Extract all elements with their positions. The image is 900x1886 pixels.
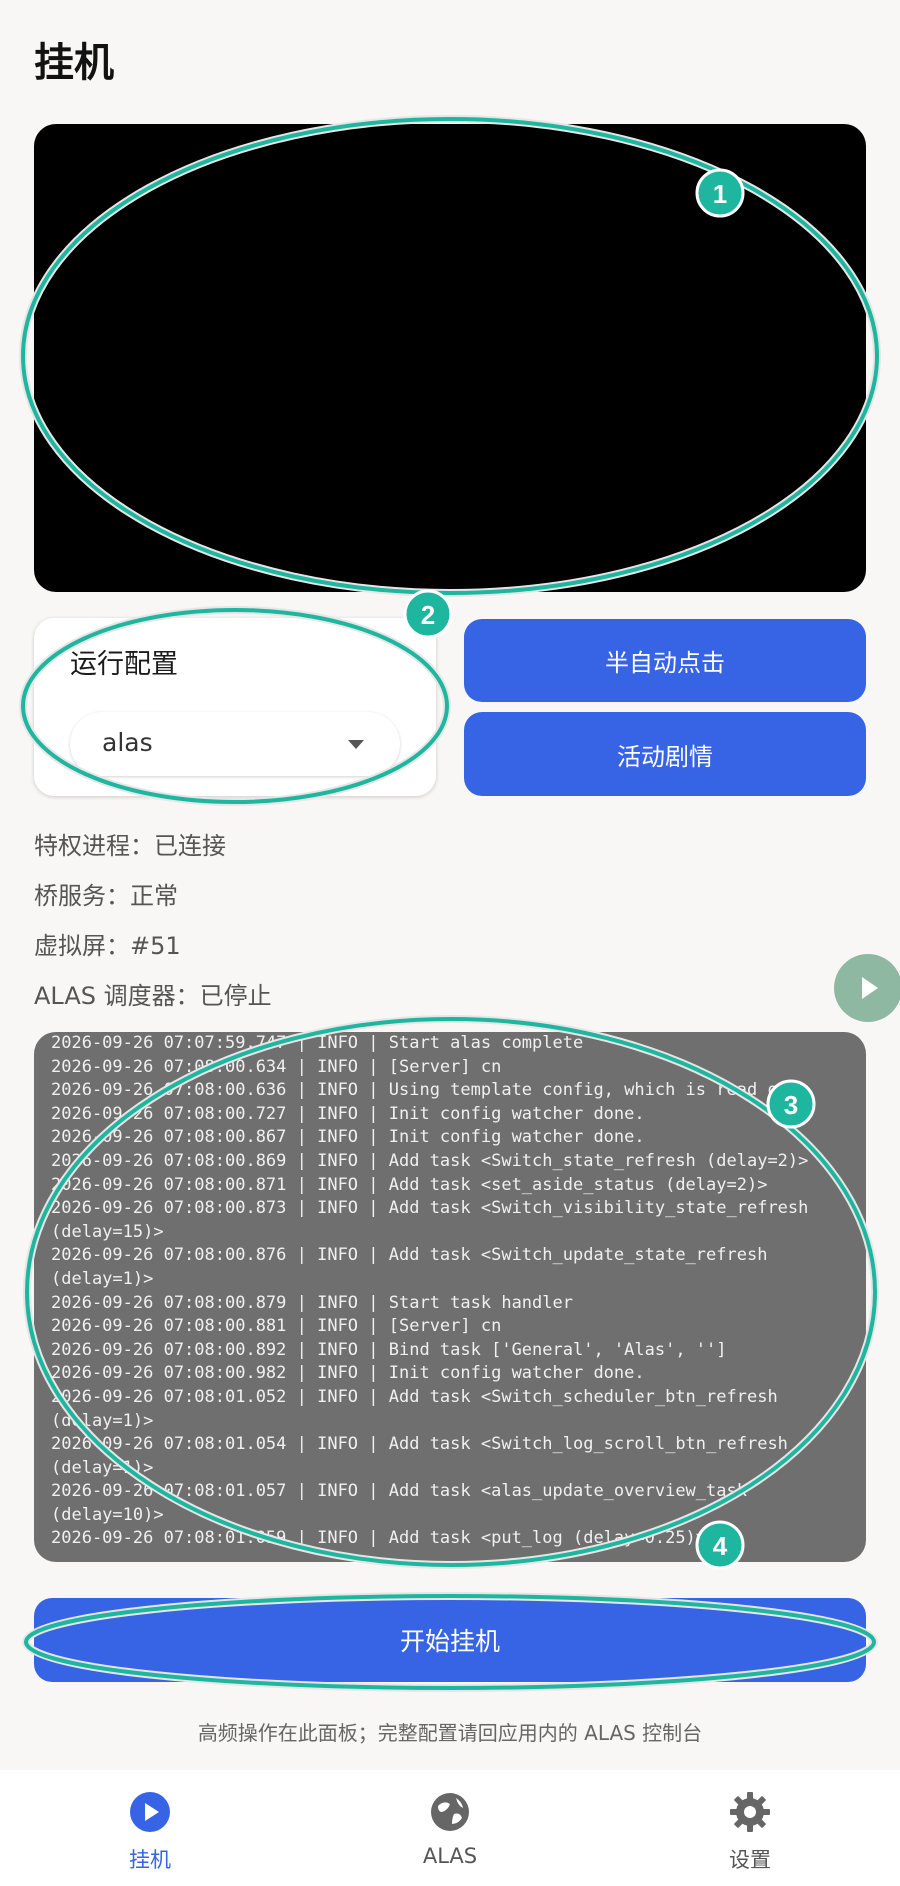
- privileged-process-status: 特权进程：已连接: [34, 832, 226, 860]
- log-line: 2026-09-26 07:08:00.869 | INFO | Add tas…: [51, 1150, 809, 1171]
- virtual-display-status: 虚拟屏：#51: [34, 932, 181, 960]
- alas-scheduler-status: ALAS 调度器：已停止: [34, 982, 272, 1010]
- screen-preview[interactable]: [34, 124, 866, 592]
- log-line: 2026-09-26 07:08:00.867 | INFO | Init co…: [51, 1127, 645, 1148]
- log-line: 2026-09-26 07:08:00.871 | INFO | Add tas…: [51, 1174, 768, 1195]
- bottom-nav: 挂机 ALAS 设置: [0, 1770, 900, 1886]
- page-title: 挂机: [34, 40, 114, 86]
- log-line: (delay=1)>: [51, 1457, 154, 1478]
- log-line: (delay=15)>: [51, 1221, 164, 1242]
- event-story-button[interactable]: 活动剧情: [464, 712, 866, 796]
- log-lines: 2026-09-26 07:07:59.747 | INFO | Start a…: [51, 1032, 856, 1551]
- nav-item-settings[interactable]: 设置: [600, 1770, 900, 1886]
- nav-label-alas: ALAS: [422, 1844, 478, 1868]
- nav-label-idle: 挂机: [129, 1848, 171, 1872]
- log-line: 2026-09-26 07:08:00.636 | INFO | Using t…: [51, 1080, 809, 1101]
- nav-label-settings: 设置: [729, 1848, 771, 1872]
- gear-icon: [730, 1792, 770, 1832]
- nav-item-idle[interactable]: 挂机: [0, 1770, 300, 1886]
- log-line: 2026-09-26 07:08:00.881 | INFO | [Server…: [51, 1316, 502, 1337]
- nav-item-alas[interactable]: ALAS: [300, 1770, 600, 1886]
- log-line: 2026-09-26 07:08:00.873 | INFO | Add tas…: [51, 1198, 809, 1219]
- run-config-label: 运行配置: [70, 649, 178, 680]
- log-line: (delay=1)>: [51, 1410, 154, 1431]
- log-line: 2026-09-26 07:08:00.892 | INFO | Bind ta…: [51, 1339, 727, 1360]
- floating-play-button[interactable]: [834, 954, 900, 1022]
- dropdown-arrow-icon: [348, 740, 364, 749]
- log-line: 2026-09-26 07:08:00.876 | INFO | Add tas…: [51, 1245, 768, 1266]
- log-line: 2026-09-26 07:08:01.052 | INFO | Add tas…: [51, 1386, 778, 1407]
- log-line: 2026-09-26 07:08:01.059 | INFO | Add tas…: [51, 1528, 707, 1549]
- footer-note: 高频操作在此面板；完整配置请回应用内的 ALAS 控制台: [197, 1721, 703, 1745]
- log-line: 2026-09-26 07:08:00.727 | INFO | Init co…: [51, 1103, 645, 1124]
- log-line: (delay=10)>: [51, 1504, 164, 1525]
- log-line: 2026-09-26 07:08:01.057 | INFO | Add tas…: [51, 1481, 747, 1502]
- start-idle-button[interactable]: 开始挂机: [34, 1598, 866, 1682]
- log-line: 2026-09-26 07:08:01.054 | INFO | Add tas…: [51, 1434, 788, 1455]
- play-icon: [862, 977, 878, 999]
- log-line: 2026-09-26 07:07:59.747 | INFO | Start a…: [51, 1033, 584, 1053]
- run-config-card: 运行配置 alas: [34, 618, 436, 796]
- log-line: 2026-09-26 07:08:00.634 | INFO | [Server…: [51, 1056, 502, 1077]
- run-config-dropdown[interactable]: alas: [70, 712, 400, 776]
- globe-icon: [431, 1793, 469, 1831]
- log-line: (delay=1)>: [51, 1268, 154, 1289]
- play-circle-icon: [130, 1792, 170, 1832]
- log-line: 2026-09-26 07:08:00.982 | INFO | Init co…: [51, 1363, 645, 1384]
- bridge-service-status: 桥服务：正常: [34, 882, 178, 910]
- run-config-value: alas: [102, 728, 153, 757]
- semi-auto-click-button[interactable]: 半自动点击: [464, 619, 866, 702]
- log-panel[interactable]: 2026-09-26 07:07:59.747 | INFO | Start a…: [34, 1032, 866, 1562]
- log-line: 2026-09-26 07:08:00.879 | INFO | Start t…: [51, 1292, 573, 1313]
